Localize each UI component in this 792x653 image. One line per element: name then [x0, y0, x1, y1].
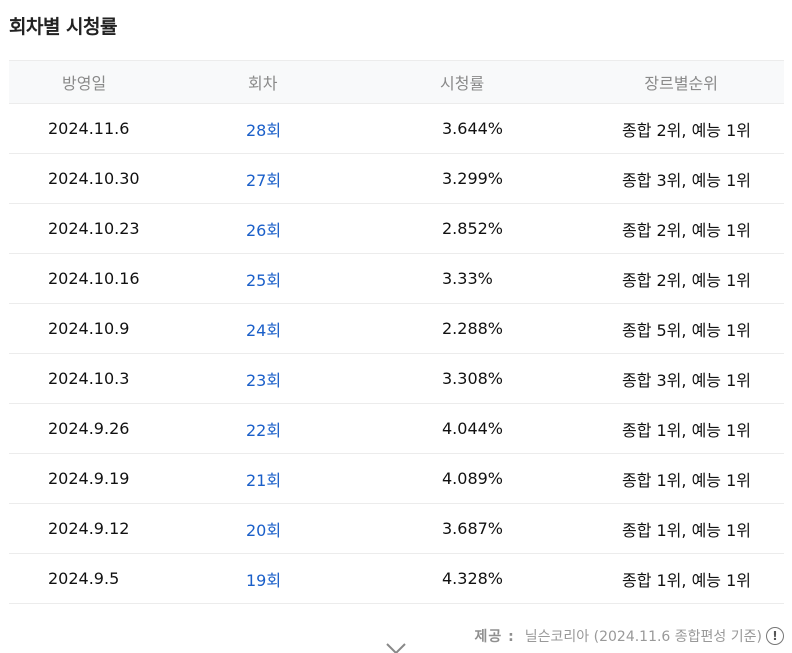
cell-rating: 2.852%: [442, 219, 504, 238]
ratings-table: 방영일 회차 시청률 장르별순위 2024.11.6 28회 3.644% 종합 2위…: [9, 60, 784, 604]
cell-episode: 21회: [244, 467, 361, 491]
cell-episode: 25회: [244, 267, 361, 291]
header-genre-rank: 장르별순위: [644, 74, 718, 93]
table-row: 2024.9.26 22회 4.044% 종합 1위, 예능 1위: [9, 404, 784, 454]
episode-link[interactable]: 20회: [246, 521, 281, 540]
cell-genre-rank: 종합 1위, 예능 1위: [621, 520, 751, 540]
table-row: 2024.9.12 20회 3.687% 종합 1위, 예능 1위: [9, 504, 784, 554]
episode-link[interactable]: 24회: [246, 321, 281, 340]
source-note: 제공 : 닐슨코리아 (2024.11.6 종합편성 기준) !: [475, 626, 784, 646]
cell-episode: 19회: [244, 567, 361, 591]
table-row: 2024.9.5 19회 4.328% 종합 1위, 예능 1위: [9, 554, 784, 604]
cell-date: 2024.10.3: [48, 369, 130, 388]
cell-episode: 26회: [244, 217, 361, 241]
table-row: 2024.11.6 28회 3.644% 종합 2위, 예능 1위: [9, 104, 784, 154]
table-row: 2024.10.23 26회 2.852% 종합 2위, 예능 1위: [9, 204, 784, 254]
table-row: 2024.9.19 21회 4.089% 종합 1위, 예능 1위: [9, 454, 784, 504]
cell-rating: 4.089%: [442, 469, 504, 488]
cell-rating: 2.288%: [442, 319, 504, 338]
episode-link[interactable]: 22회: [246, 421, 281, 440]
cell-genre-rank: 종합 2위, 예능 1위: [621, 220, 751, 240]
cell-episode: 20회: [244, 517, 361, 541]
episode-link[interactable]: 27회: [246, 171, 281, 190]
header-episode: 회차: [248, 74, 278, 93]
cell-genre-rank: 종합 1위, 예능 1위: [621, 420, 751, 440]
table-row: 2024.10.16 25회 3.33% 종합 2위, 예능 1위: [9, 254, 784, 304]
cell-date: 2024.9.5: [48, 569, 120, 588]
episode-link[interactable]: 28회: [246, 121, 281, 140]
cell-episode: 23회: [244, 367, 361, 391]
episode-link[interactable]: 25회: [246, 271, 281, 290]
cell-rating: 3.33%: [442, 269, 493, 288]
episode-link[interactable]: 23회: [246, 371, 281, 390]
table-row: 2024.10.9 24회 2.288% 종합 5위, 예능 1위: [9, 304, 784, 354]
cell-rating: 3.299%: [442, 169, 504, 188]
cell-date: 2024.9.12: [48, 519, 130, 538]
episode-link[interactable]: 21회: [246, 471, 281, 490]
cell-genre-rank: 종합 2위, 예능 1위: [621, 270, 751, 290]
cell-rating: 4.328%: [442, 569, 504, 588]
cell-genre-rank: 종합 5위, 예능 1위: [621, 320, 751, 340]
cell-date: 2024.10.16: [48, 269, 140, 288]
cell-genre-rank: 종합 1위, 예능 1위: [621, 470, 751, 490]
episode-link[interactable]: 19회: [246, 571, 281, 590]
info-icon[interactable]: !: [766, 627, 784, 645]
cell-episode: 27회: [244, 167, 361, 191]
episode-link[interactable]: 26회: [246, 221, 281, 240]
cell-episode: 24회: [244, 317, 361, 341]
cell-date: 2024.9.26: [48, 419, 130, 438]
table-row: 2024.10.3 23회 3.308% 종합 3위, 예능 1위: [9, 354, 784, 404]
cell-rating: 3.308%: [442, 369, 504, 388]
cell-genre-rank: 종합 3위, 예능 1위: [621, 370, 751, 390]
cell-rating: 3.687%: [442, 519, 504, 538]
table-body: 2024.11.6 28회 3.644% 종합 2위, 예능 1위 2024.10.30…: [9, 104, 784, 604]
cell-date: 2024.11.6: [48, 119, 130, 138]
source-text: 닐슨코리아 (2024.11.6 종합편성 기준): [524, 629, 762, 645]
cell-date: 2024.10.9: [48, 319, 130, 338]
cell-date: 2024.9.19: [48, 469, 130, 488]
cell-genre-rank: 종합 1위, 예능 1위: [621, 570, 751, 590]
cell-rating: 4.044%: [442, 419, 504, 438]
cell-rating: 3.644%: [442, 119, 504, 138]
cell-date: 2024.10.30: [48, 169, 140, 188]
table-row: 2024.10.30 27회 3.299% 종합 3위, 예능 1위: [9, 154, 784, 204]
table-header: 방영일 회차 시청률 장르별순위: [9, 61, 784, 104]
cell-genre-rank: 종합 2위, 예능 1위: [621, 120, 751, 140]
cell-genre-rank: 종합 3위, 예능 1위: [621, 170, 751, 190]
source-label: 제공 :: [474, 629, 515, 645]
header-rating: 시청률: [440, 74, 485, 93]
cell-episode: 22회: [244, 417, 361, 441]
section-title: 회차별 시청률: [9, 16, 118, 38]
cell-episode: 28회: [244, 117, 361, 141]
header-date: 방영일: [62, 74, 107, 93]
chevron-down-icon[interactable]: [385, 640, 407, 653]
cell-date: 2024.10.23: [48, 219, 140, 238]
